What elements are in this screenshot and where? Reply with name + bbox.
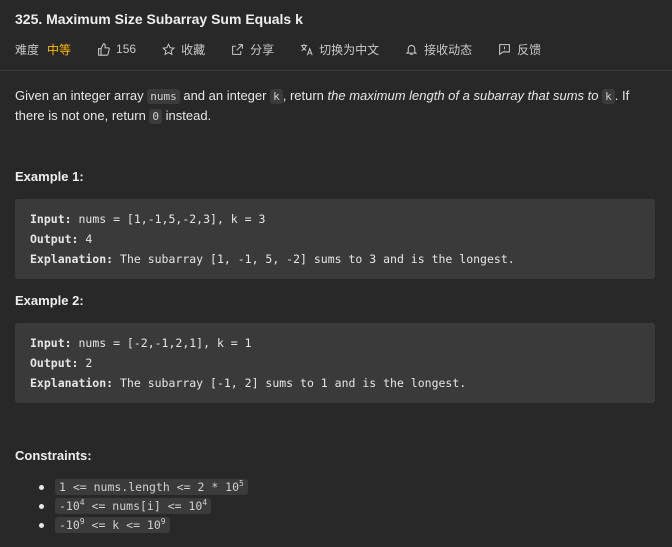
input-value: nums = [1,-1,5,-2,3], k = 3 [71, 212, 266, 226]
translate-icon [300, 43, 313, 56]
constraint-text: 1 <= nums.length <= 2 * 10 [59, 480, 240, 494]
thumbs-up-icon [97, 42, 110, 56]
description-text: , return [282, 88, 328, 103]
constraint-text: -10 [59, 518, 80, 532]
explanation-label: Explanation: [30, 252, 114, 266]
description-emphasis: the maximum length of a subarray that su… [327, 88, 599, 103]
output-label: Output: [30, 356, 79, 370]
difficulty-badge: 中等 [47, 42, 72, 57]
inline-code: k [602, 89, 615, 104]
header-divider [0, 70, 672, 71]
output-value: 2 [78, 356, 93, 370]
feedback-label: 反馈 [517, 42, 542, 57]
output-label: Output: [30, 232, 79, 246]
description-text: instead. [162, 108, 212, 123]
bell-icon [405, 43, 418, 56]
constraint-text: <= nums[i] <= 10 [84, 499, 203, 513]
problem-page: 325. Maximum Size Subarray Sum Equals k … [0, 0, 672, 547]
share-label: 分享 [250, 42, 275, 57]
constraint-item: -109 <= k <= 109 [15, 516, 248, 535]
share-icon [231, 43, 244, 56]
input-label: Input: [30, 336, 72, 350]
constraint-exponent: 9 [160, 517, 166, 526]
inline-code: 0 [149, 109, 163, 124]
inline-code: k [270, 89, 283, 104]
inline-code: nums [147, 89, 180, 104]
input-label: Input: [30, 212, 72, 226]
feedback-button[interactable]: 反馈 [498, 41, 541, 58]
constraint-exponent: 4 [202, 498, 208, 507]
constraint-text: <= k <= 10 [84, 518, 161, 532]
feedback-icon [498, 43, 511, 56]
constraint-code: -104 <= nums[i] <= 104 [55, 498, 212, 514]
constraint-item: 1 <= nums.length <= 2 * 105 [15, 478, 248, 497]
output-value: 4 [78, 232, 93, 246]
description-text: Given an integer array [15, 88, 148, 103]
notify-button[interactable]: 接收动态 [405, 41, 472, 58]
favorite-label: 收藏 [181, 42, 206, 57]
description-text: and an integer [179, 88, 271, 103]
constraint-item: -104 <= nums[i] <= 104 [15, 497, 248, 516]
problem-meta-bar: 难度 中等 156 收藏 分享 切换为中文 接收动态 反馈 [15, 40, 567, 58]
constraints-heading: Constraints: [15, 448, 92, 463]
example-1-block: Input: nums = [1,-1,5,-2,3], k = 3 Outpu… [15, 199, 655, 279]
explanation-value: The subarray [1, -1, 5, -2] sums to 3 an… [113, 252, 515, 266]
constraint-code: 1 <= nums.length <= 2 * 105 [55, 479, 248, 495]
like-button[interactable]: 156 [97, 42, 136, 56]
constraint-code: -109 <= k <= 109 [55, 517, 170, 533]
example-1-heading: Example 1: [15, 169, 84, 184]
example-2-block: Input: nums = [-2,-1,2,1], k = 1 Output:… [15, 323, 655, 403]
explanation-value: The subarray [-1, 2] sums to 1 and is th… [113, 376, 467, 390]
translate-button[interactable]: 切换为中文 [300, 41, 379, 58]
problem-title: 325. Maximum Size Subarray Sum Equals k [15, 11, 303, 27]
constraint-text: -10 [59, 499, 80, 513]
example-2-heading: Example 2: [15, 293, 84, 308]
notify-label: 接收动态 [424, 42, 473, 57]
favorite-button[interactable]: 收藏 [162, 41, 205, 58]
problem-description: Given an integer array nums and an integ… [15, 86, 655, 126]
explanation-label: Explanation: [30, 376, 114, 390]
star-icon [162, 42, 176, 56]
constraint-exponent: 5 [239, 479, 244, 488]
difficulty-label: 难度 [15, 42, 40, 57]
like-count: 156 [116, 42, 137, 56]
translate-label: 切换为中文 [319, 42, 380, 57]
constraints-list: 1 <= nums.length <= 2 * 105 -10 4 <= nums… [15, 478, 248, 535]
input-value: nums = [-2,-1,2,1], k = 1 [71, 336, 252, 350]
share-button[interactable]: 分享 [231, 41, 274, 58]
